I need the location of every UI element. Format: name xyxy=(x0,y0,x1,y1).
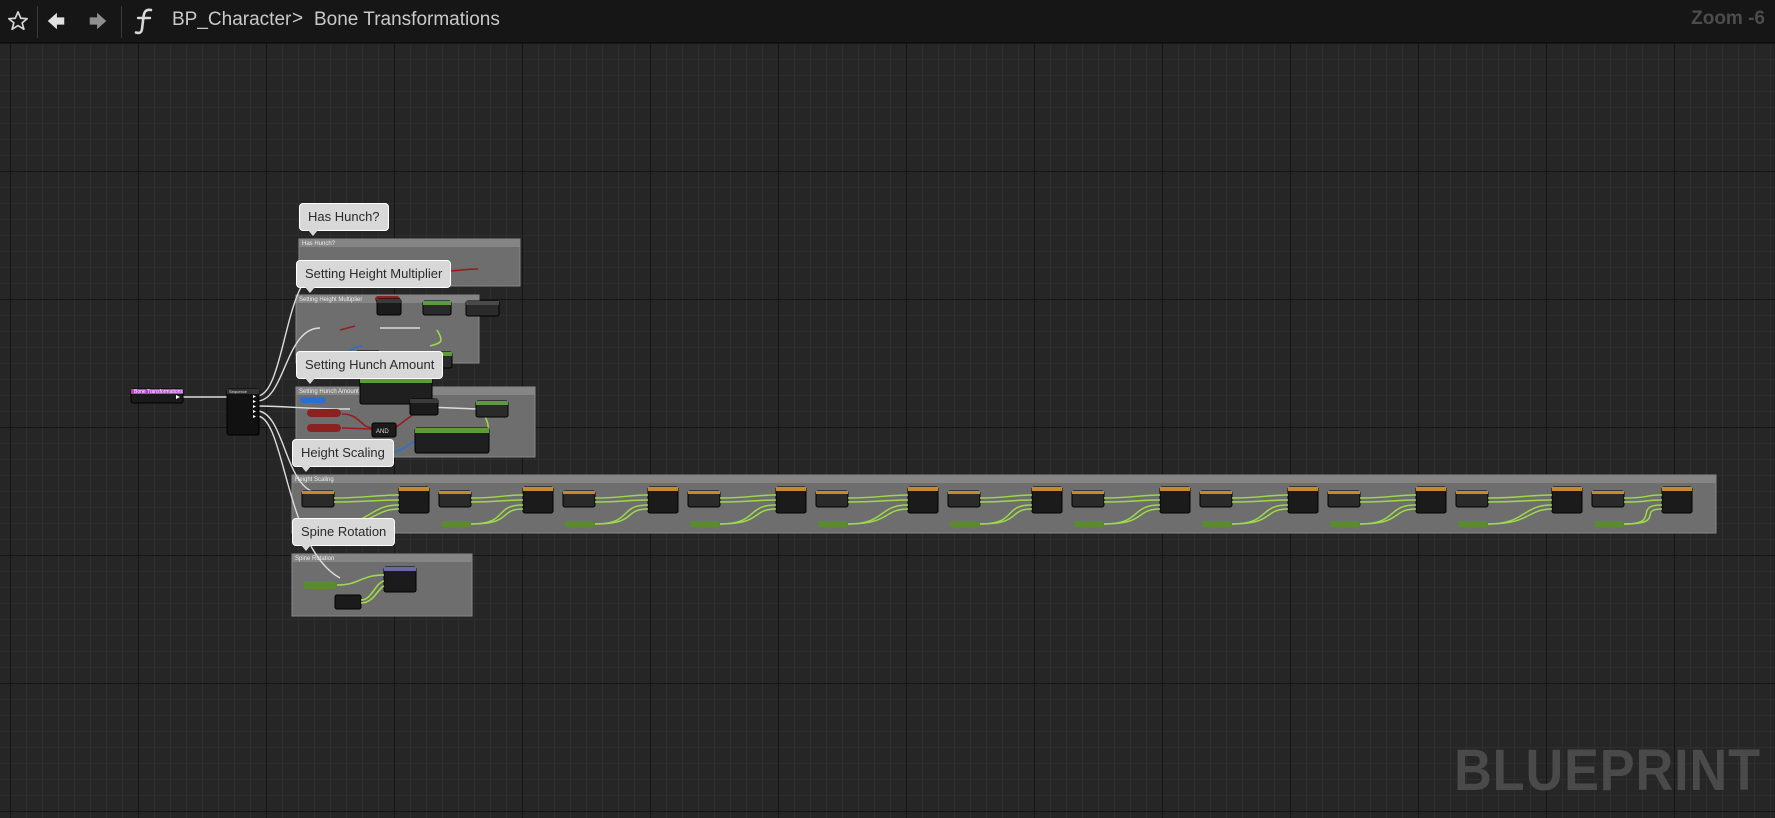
float-variable-node[interactable] xyxy=(818,521,848,527)
float-variable-node[interactable] xyxy=(441,521,471,527)
get-bone-node-header xyxy=(1592,491,1624,494)
breadcrumb-function[interactable]: Bone Transformations xyxy=(314,9,500,31)
transform-node-header xyxy=(1160,487,1190,491)
comment-title-hunch-amount: Setting Hunch Amount xyxy=(299,389,359,395)
transform-node-header xyxy=(1288,487,1318,491)
comment-title-height-scaling: Height Scaling xyxy=(295,477,334,483)
function-f-icon xyxy=(134,8,153,35)
get-bone-node-header xyxy=(948,491,980,494)
favorite-button[interactable] xyxy=(4,6,32,36)
get-bone-node-header xyxy=(302,491,334,494)
toolbar-separator xyxy=(121,6,122,38)
arrow-right-icon xyxy=(89,12,107,30)
sequence-node[interactable] xyxy=(226,388,260,436)
function-graph-button[interactable] xyxy=(132,6,158,36)
blueprint-graph-canvas[interactable]: Has Hunch? Setting Height Multiplier Set… xyxy=(0,43,1775,818)
arrow-left-icon xyxy=(47,12,65,30)
transform-node-header xyxy=(908,487,938,491)
transform-node-header xyxy=(399,487,429,491)
get-bone-node-header xyxy=(1072,491,1104,494)
transform-node-header xyxy=(1662,487,1692,491)
comment-box-height-scaling[interactable] xyxy=(291,474,1717,534)
get-bone-node-header xyxy=(1456,491,1488,494)
get-bone-node-header xyxy=(688,491,720,494)
transform-node-header xyxy=(1552,487,1582,491)
float-variable-node[interactable] xyxy=(1458,521,1488,527)
comment-title-spine-rotation: Spine Rotation xyxy=(295,556,334,562)
blueprint-watermark: BLUEPRINT xyxy=(1454,738,1761,803)
breadcrumb-blueprint[interactable]: BP_Character xyxy=(172,9,291,31)
float-variable-node[interactable] xyxy=(1074,521,1104,527)
back-button[interactable] xyxy=(42,6,70,36)
toolbar-separator xyxy=(37,6,38,38)
transform-node-header xyxy=(776,487,806,491)
float-variable-node[interactable] xyxy=(1202,521,1232,527)
transform-node-header xyxy=(648,487,678,491)
sequence-node-title: Sequence xyxy=(229,389,248,394)
comment-title-has-hunch: Has Hunch? xyxy=(302,241,336,247)
comment-title-height-multiplier: Setting Height Multiplier xyxy=(299,297,362,303)
get-bone-node-header xyxy=(1328,491,1360,494)
get-bone-node-header xyxy=(816,491,848,494)
entry-node-title: Bone Transformations xyxy=(134,389,183,395)
float-variable-node[interactable] xyxy=(1330,521,1360,527)
comment-bubble-has-hunch[interactable]: Has Hunch? xyxy=(299,203,389,236)
transform-node-header xyxy=(1032,487,1062,491)
get-bone-node-header xyxy=(563,491,595,494)
forward-button[interactable] xyxy=(84,6,112,36)
comment-bubble-spine-rotation[interactable]: Spine Rotation xyxy=(292,518,396,551)
comment-bubble-height-multiplier[interactable]: Setting Height Multiplier xyxy=(296,260,452,293)
float-variable-node[interactable] xyxy=(565,521,595,527)
float-variable-node[interactable] xyxy=(690,521,720,527)
star-outline-icon xyxy=(8,11,28,31)
and-node-label: AND xyxy=(376,429,389,435)
float-variable-node[interactable] xyxy=(950,521,980,527)
zoom-level: Zoom -6 xyxy=(1691,8,1765,29)
graph-toolbar: BP_Character > Bone Transformations Zoom… xyxy=(0,0,1775,43)
get-bone-node-header xyxy=(1200,491,1232,494)
transform-node-header xyxy=(1416,487,1446,491)
get-bone-node-header xyxy=(439,491,471,494)
graph-nodes-and-wires: Has Hunch? Setting Height Multiplier Set… xyxy=(130,238,1717,617)
comment-bubble-height-scaling[interactable]: Height Scaling xyxy=(292,439,394,472)
transform-node-header xyxy=(523,487,553,491)
comment-bubble-hunch-amount[interactable]: Setting Hunch Amount xyxy=(296,351,444,384)
breadcrumb-separator-chevron-icon: > xyxy=(292,8,304,29)
float-variable-node[interactable] xyxy=(1594,521,1624,527)
